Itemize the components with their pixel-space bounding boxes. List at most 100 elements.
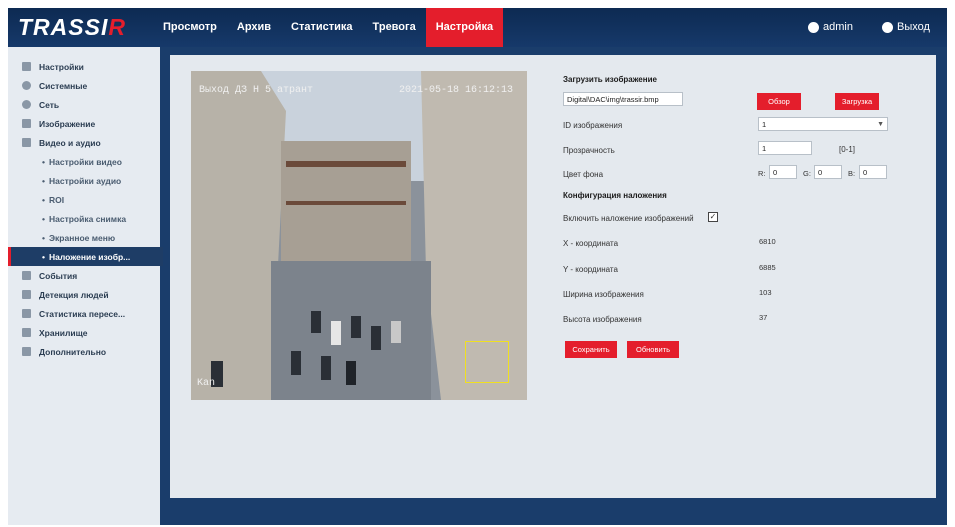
- image-id-value: 1: [762, 120, 767, 129]
- y-coordinate-label: Y - координата: [563, 265, 618, 274]
- sidebar-item-label: Дополнительно: [39, 346, 107, 357]
- sidebar-item-snapshot[interactable]: • Настройка снимка: [8, 209, 160, 228]
- osd-timestamp: 2021-05-18 16:12:13: [399, 85, 514, 96]
- logout-label: Выход: [897, 21, 930, 33]
- sidebar-item-label: Изображение: [39, 118, 96, 129]
- tab-archive[interactable]: Архив: [227, 8, 281, 47]
- b-label: B:: [848, 169, 856, 178]
- osd-bottom-label: Kan: [197, 378, 216, 389]
- bullet-icon: •: [42, 194, 45, 205]
- settings-icon: [22, 62, 31, 71]
- transparency-label: Прозрачность: [563, 146, 615, 155]
- trassir-logo: TRASSIR: [18, 14, 136, 42]
- tools-icon: [22, 347, 31, 356]
- tab-statistics[interactable]: Статистика: [281, 8, 363, 47]
- app-window: TRASSIR Просмотр Архив Статистика Тревог…: [8, 8, 947, 525]
- sidebar-item-settings[interactable]: Настройки: [8, 57, 160, 76]
- bullet-icon: •: [42, 232, 45, 243]
- sidebar-item-video-settings[interactable]: • Настройки видео: [8, 152, 160, 171]
- sidebar-item-label: Экранное меню: [48, 232, 116, 243]
- logout-button[interactable]: Выход: [882, 8, 930, 47]
- chevron-down-icon: ▼: [877, 121, 884, 128]
- sidebar-item-label: Наложение изобр...: [48, 251, 131, 262]
- bullet-icon: •: [42, 175, 45, 186]
- browse-button[interactable]: Обзор: [757, 93, 801, 110]
- sidebar-item-label: ROI: [48, 194, 65, 205]
- upload-section-title: Загрузить изображение: [563, 75, 657, 84]
- sidebar: Настройки Системные Сеть Изображение Вид…: [8, 47, 163, 525]
- user-icon: [808, 22, 819, 33]
- g-input[interactable]: 0: [814, 165, 842, 179]
- x-coordinate-label: X - координата: [563, 239, 619, 248]
- camera-preview: Выход ДЗ Н 5 атрант 2021-05-18 16:12:13 …: [191, 71, 527, 400]
- person-detect-icon: [22, 290, 31, 299]
- sidebar-item-image[interactable]: Изображение: [8, 114, 160, 133]
- info-icon: [22, 81, 31, 90]
- sidebar-item-advanced[interactable]: Дополнительно: [8, 342, 160, 361]
- bullet-icon: •: [42, 213, 45, 224]
- user-menu[interactable]: admin: [808, 8, 853, 47]
- image-height-value: 37: [759, 313, 768, 322]
- tab-alarm[interactable]: Тревога: [363, 8, 426, 47]
- upload-button[interactable]: Загрузка: [835, 93, 879, 110]
- logout-icon: [882, 22, 893, 33]
- tab-settings[interactable]: Настройка: [425, 8, 504, 47]
- settings-panel: Выход ДЗ Н 5 атрант 2021-05-18 16:12:13 …: [170, 55, 936, 498]
- sidebar-item-label: Статистика пересе...: [39, 308, 126, 319]
- enable-overlay-checkbox[interactable]: ✓: [708, 212, 718, 222]
- image-height-label: Высота изображения: [563, 315, 642, 324]
- top-nav-bar: TRASSIR Просмотр Архив Статистика Тревог…: [8, 8, 947, 47]
- sidebar-item-events[interactable]: События: [8, 266, 160, 285]
- sidebar-item-osd[interactable]: • Экранное меню: [8, 228, 160, 247]
- sidebar-item-label: События: [39, 270, 78, 281]
- bell-icon: [22, 271, 31, 280]
- sidebar-item-people-detection[interactable]: Детекция людей: [8, 285, 160, 304]
- sidebar-item-label: Хранилище: [39, 327, 88, 338]
- sidebar-item-system[interactable]: Системные: [8, 76, 160, 95]
- video-icon: [22, 138, 31, 147]
- sidebar-item-label: Настройки видео: [48, 156, 122, 167]
- sidebar-item-image-overlay[interactable]: • Наложение изобр...: [8, 247, 163, 266]
- sidebar-item-label: Сеть: [39, 99, 60, 110]
- image-width-value: 103: [759, 288, 772, 297]
- r-input[interactable]: 0: [769, 165, 797, 179]
- overlay-position-box[interactable]: [465, 341, 509, 383]
- sidebar-item-audio-settings[interactable]: • Настройки аудио: [8, 171, 160, 190]
- logo-text: TRASSI: [18, 14, 109, 40]
- bgcolor-label: Цвет фона: [563, 170, 604, 179]
- y-coordinate-value: 6885: [759, 263, 776, 272]
- user-label: admin: [823, 21, 853, 33]
- sidebar-item-roi[interactable]: • ROI: [8, 190, 160, 209]
- bullet-icon: •: [42, 156, 45, 167]
- image-id-label: ID изображения: [563, 121, 623, 130]
- transparency-input[interactable]: 1: [758, 141, 812, 155]
- refresh-button[interactable]: Обновить: [627, 341, 679, 358]
- logo-accent: R: [108, 14, 126, 40]
- sidebar-item-crossing-stats[interactable]: Статистика пересе...: [8, 304, 160, 323]
- sidebar-item-storage[interactable]: Хранилище: [8, 323, 160, 342]
- bullet-icon: •: [42, 251, 45, 262]
- sidebar-item-network[interactable]: Сеть: [8, 95, 160, 114]
- g-label: G:: [803, 169, 811, 178]
- save-button[interactable]: Сохранить: [565, 341, 617, 358]
- sidebar-item-video-audio[interactable]: Видео и аудио: [8, 133, 160, 152]
- main-nav: Просмотр Архив Статистика Тревога Настро…: [153, 8, 504, 47]
- sidebar-item-label: Настройки аудио: [48, 175, 122, 186]
- network-icon: [22, 100, 31, 109]
- sidebar-item-label: Видео и аудио: [39, 137, 101, 148]
- file-path-field[interactable]: Digital\DAC\img\trassir.bmp: [563, 92, 683, 106]
- r-label: R:: [758, 169, 766, 178]
- sidebar-item-label: Системные: [39, 80, 88, 91]
- enable-overlay-label: Включить наложение изображений: [563, 214, 694, 223]
- b-input[interactable]: 0: [859, 165, 887, 179]
- transparency-range: [0-1]: [839, 145, 856, 154]
- image-id-select[interactable]: 1 ▼: [758, 117, 888, 131]
- storage-icon: [22, 328, 31, 337]
- overlay-config-title: Конфигурация наложения: [563, 191, 667, 200]
- image-icon: [22, 119, 31, 128]
- overlay-form: Загрузить изображение Digital\DAC\img\tr…: [563, 55, 936, 498]
- image-width-label: Ширина изображения: [563, 290, 644, 299]
- footer-area: [160, 498, 947, 525]
- sidebar-item-label: Настройки: [39, 61, 84, 72]
- tab-view[interactable]: Просмотр: [153, 8, 227, 47]
